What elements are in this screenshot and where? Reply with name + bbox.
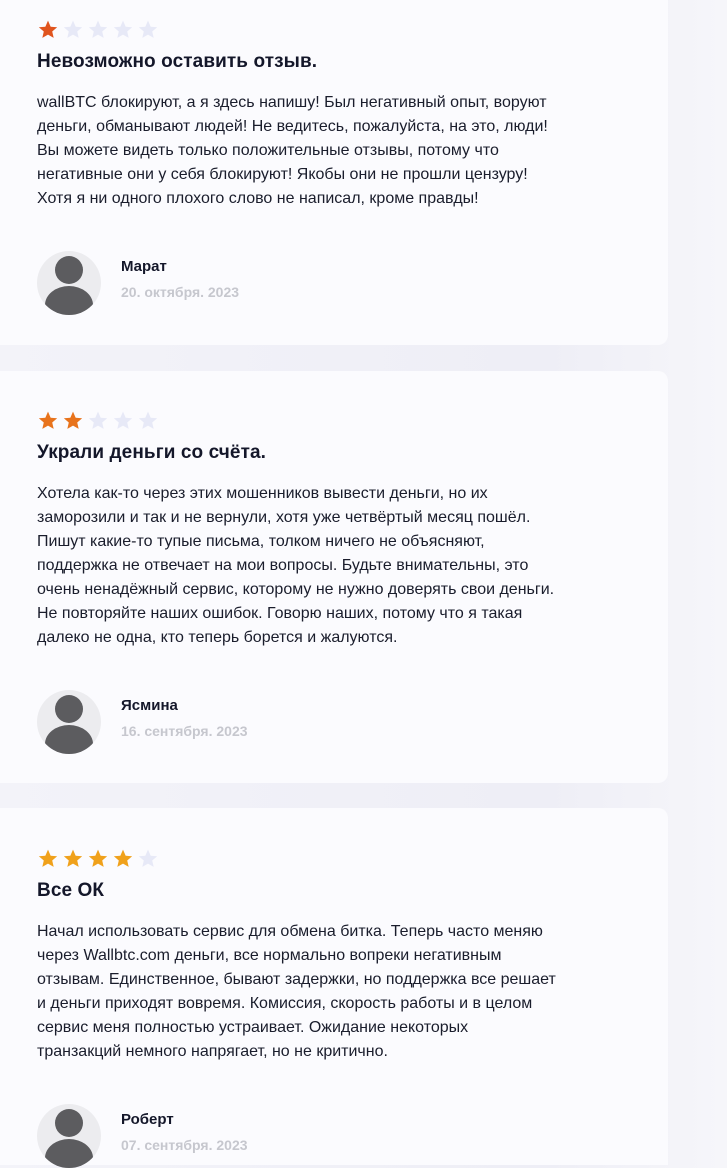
- author-name: Марат: [121, 257, 167, 275]
- review-list: Невозможно оставить отзыв. wallBTC блоки…: [0, 0, 727, 1168]
- star-filled-icon: [38, 411, 58, 429]
- review-date: 07. сентября. 2023: [121, 1136, 248, 1153]
- author-name: Ясмина: [121, 696, 178, 714]
- star-filled-icon: [63, 849, 83, 867]
- star-empty-icon: [113, 411, 133, 429]
- star-empty-icon: [138, 20, 158, 38]
- star-empty-icon: [63, 20, 83, 38]
- review-text: Хотела как-то через этих мошенников выве…: [37, 485, 555, 646]
- star-filled-icon: [38, 849, 58, 867]
- star-empty-icon: [138, 849, 158, 867]
- star-empty-icon: [138, 411, 158, 429]
- review-date: 20. октября. 2023: [121, 283, 240, 300]
- review-author: Марат 20. октября. 2023: [37, 251, 632, 315]
- review-card: Все ОК Начал использовать сервис для обм…: [0, 808, 668, 1168]
- review-text: Начал использовать сервис для обмена бит…: [37, 923, 556, 1060]
- star-rating: [37, 19, 632, 41]
- user-avatar-icon: [37, 1104, 101, 1168]
- star-filled-icon: [63, 411, 83, 429]
- star-empty-icon: [88, 20, 108, 38]
- review-card: Невозможно оставить отзыв. wallBTC блоки…: [0, 0, 668, 345]
- star-empty-icon: [88, 411, 108, 429]
- review-title: Все ОК: [37, 880, 105, 901]
- review-date: 16. сентября. 2023: [121, 722, 248, 739]
- author-name: Роберт: [121, 1110, 174, 1128]
- star-filled-icon: [113, 849, 133, 867]
- review-text: wallBTC блокируют, а я здесь напишу! Был…: [37, 94, 548, 207]
- author-info: Марат 20. октября. 2023: [121, 256, 239, 303]
- review-card: Украли деньги со счёта. Хотела как-то че…: [0, 371, 668, 783]
- review-title: Невозможно оставить отзыв.: [37, 51, 318, 72]
- star-filled-icon: [38, 20, 58, 38]
- star-rating: [37, 410, 632, 432]
- user-avatar-icon: [37, 690, 101, 754]
- user-avatar-icon: [37, 251, 101, 315]
- review-author: Ясмина 16. сентября. 2023: [37, 690, 632, 754]
- author-info: Роберт 07. сентября. 2023: [121, 1109, 248, 1156]
- star-filled-icon: [88, 849, 108, 867]
- star-rating: [37, 848, 632, 870]
- review-title: Украли деньги со счёта.: [37, 442, 267, 463]
- star-empty-icon: [113, 20, 133, 38]
- author-info: Ясмина 16. сентября. 2023: [121, 695, 248, 742]
- review-author: Роберт 07. сентября. 2023: [37, 1104, 632, 1168]
